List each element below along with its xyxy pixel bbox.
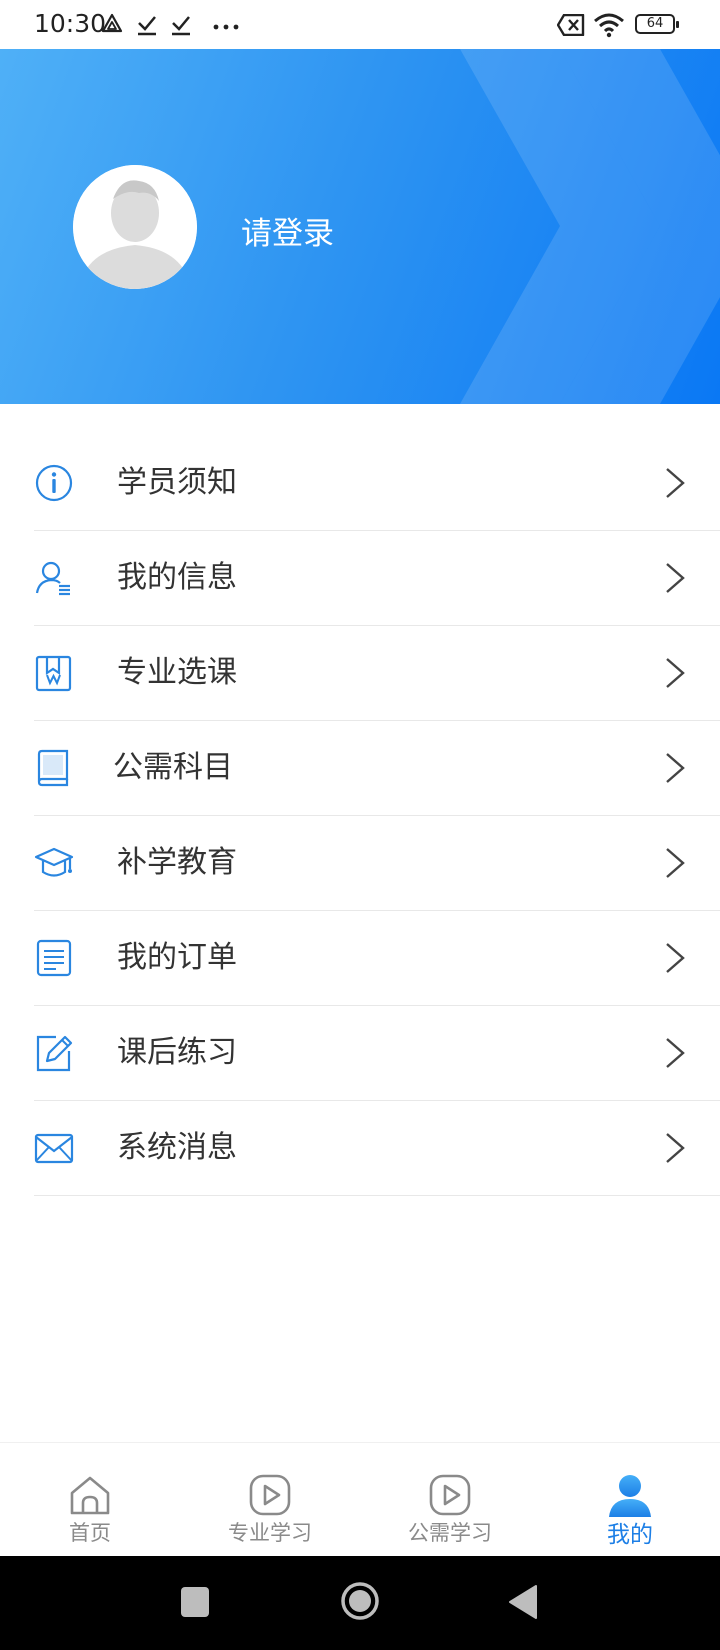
bookmark-course-icon	[35, 655, 72, 692]
divider	[34, 1195, 720, 1196]
default-avatar-icon	[73, 165, 197, 289]
menu-item-my-info[interactable]: 我的信息	[0, 531, 720, 626]
mail-icon	[34, 1133, 74, 1164]
back-icon[interactable]	[508, 1584, 538, 1620]
battery-indicator: 64	[635, 14, 679, 34]
menu-item-label: 我的信息	[117, 560, 237, 595]
play-icon	[249, 1474, 291, 1516]
menu-item-my-orders[interactable]: 我的订单	[0, 911, 720, 1006]
tab-label: 我的	[607, 1522, 653, 1548]
menu-item-label: 专业选课	[117, 655, 237, 690]
chevron-right-icon	[666, 848, 685, 878]
tab-professional-study[interactable]: 专业学习	[180, 1443, 360, 1557]
download-done-icon	[138, 16, 156, 36]
chevron-right-icon	[666, 658, 685, 688]
menu-item-student-notice[interactable]: 学员须知	[0, 436, 720, 531]
menu-item-supplementary-education[interactable]: 补学教育	[0, 816, 720, 911]
menu-item-label: 公需科目	[113, 750, 233, 785]
chevron-right-icon	[666, 753, 685, 783]
menu-item-label: 课后练习	[117, 1035, 237, 1070]
play-icon	[429, 1474, 471, 1516]
menu-item-label: 补学教育	[117, 845, 237, 880]
chevron-right-icon	[666, 943, 685, 973]
home-circle-icon[interactable]	[340, 1581, 380, 1621]
menu-item-after-class-exercise[interactable]: 课后练习	[0, 1006, 720, 1101]
menu-item-public-subjects[interactable]: 公需科目	[0, 721, 720, 816]
order-document-icon	[36, 939, 72, 977]
tab-mine[interactable]: 我的	[540, 1443, 720, 1557]
edit-pencil-icon	[36, 1035, 73, 1072]
login-prompt[interactable]: 请登录	[241, 208, 334, 253]
home-icon	[70, 1476, 110, 1515]
tab-label: 首页	[69, 1521, 111, 1545]
chevron-right-icon	[666, 563, 685, 593]
more-notifications-icon	[213, 24, 239, 30]
chevron-right-icon	[666, 468, 685, 498]
menu-item-label: 学员须知	[117, 465, 237, 500]
chevron-right-icon	[666, 1038, 685, 1068]
info-icon	[35, 464, 73, 502]
bottom-tab-bar: 首页 专业学习 公需学习 我的	[0, 1442, 720, 1557]
recents-icon[interactable]	[180, 1586, 210, 1618]
download-done-icon-2	[172, 16, 190, 36]
menu-item-label: 系统消息	[117, 1130, 237, 1165]
menu-item-system-messages[interactable]: 系统消息	[0, 1101, 720, 1196]
no-sim-icon	[557, 14, 585, 36]
person-icon	[609, 1475, 651, 1517]
graduation-cap-icon	[34, 847, 74, 877]
drive-icon	[101, 13, 123, 33]
menu-item-label: 我的订单	[117, 940, 237, 975]
status-bar: 10:30 64	[0, 0, 720, 50]
profile-header: 请登录	[0, 49, 720, 404]
avatar[interactable]	[73, 165, 197, 289]
tab-home[interactable]: 首页	[0, 1443, 180, 1557]
tab-label: 专业学习	[228, 1521, 312, 1545]
system-navigation-bar	[0, 1556, 720, 1650]
menu-list: 学员须知 我的信息 专业选课 公需科目 补学教育 我的订单 课后练习 系统消息	[0, 436, 720, 1196]
tab-public-study[interactable]: 公需学习	[360, 1443, 540, 1557]
menu-item-course-selection[interactable]: 专业选课	[0, 626, 720, 721]
chevron-right-icon	[666, 1133, 685, 1163]
book-icon	[37, 749, 69, 787]
tab-label: 公需学习	[408, 1521, 492, 1545]
wifi-icon	[594, 13, 624, 38]
status-time: 10:30	[34, 9, 107, 38]
user-info-icon	[35, 561, 70, 596]
